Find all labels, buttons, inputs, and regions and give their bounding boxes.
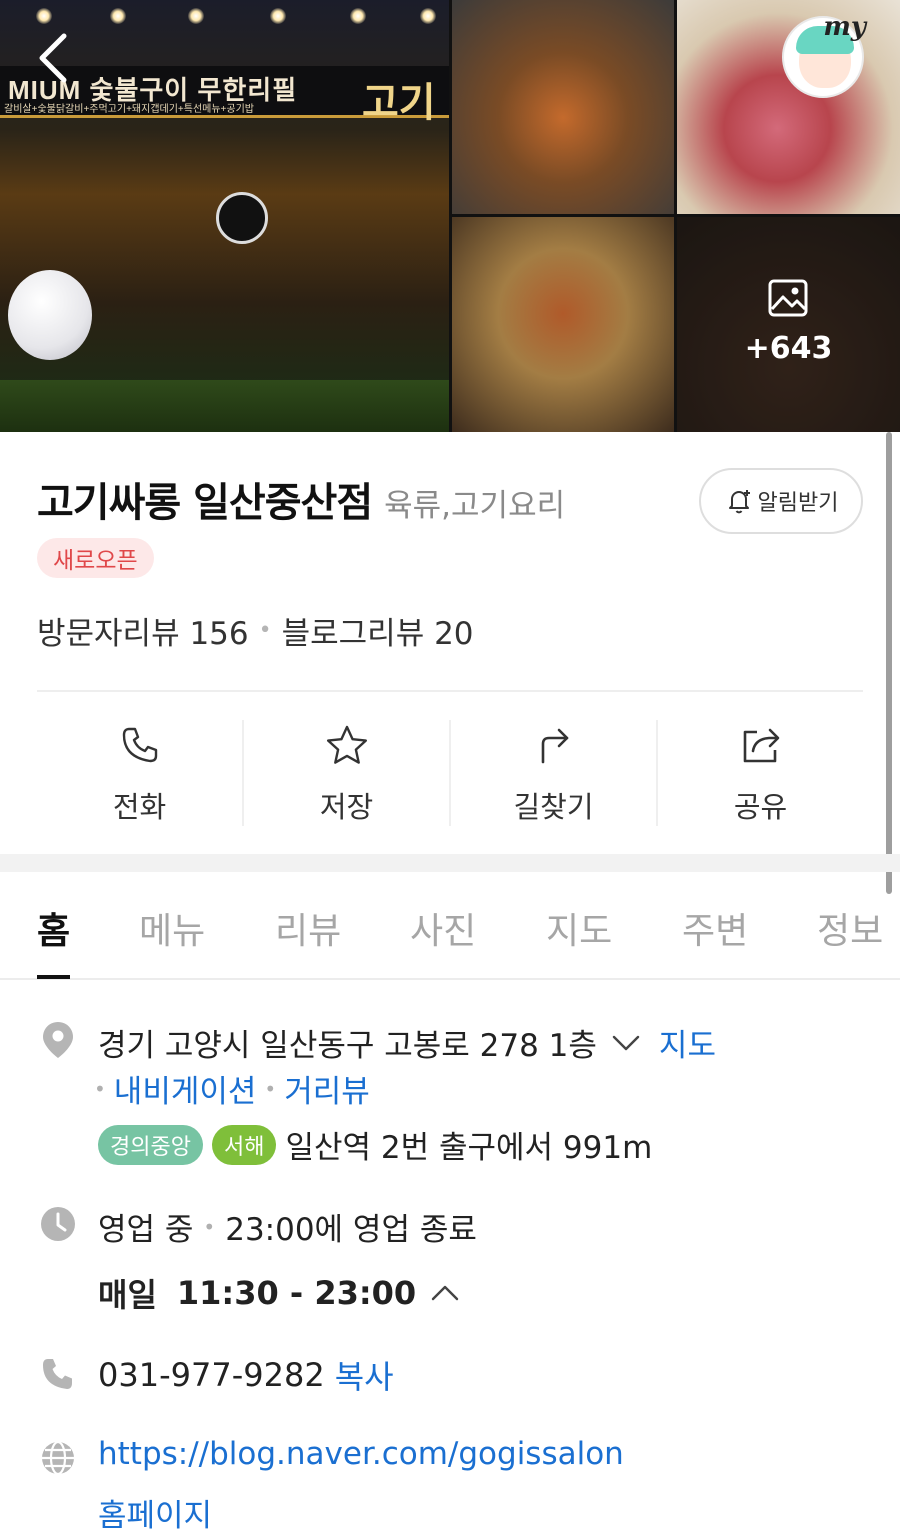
separator-dot: •: [203, 1214, 216, 1239]
place-title-row: 고기싸롱 일산중산점 육류,고기요리: [37, 470, 565, 528]
globe-icon: [42, 1440, 74, 1476]
directions-button[interactable]: 길찾기: [451, 720, 658, 826]
tab-menu[interactable]: 메뉴: [139, 902, 205, 954]
place-category: 육류,고기요리: [384, 488, 566, 524]
action-bar: 전화 저장 길찾기 공유: [37, 720, 863, 826]
station-distance: 일산역 2번 출구에서 991m: [285, 1130, 653, 1166]
call-button[interactable]: 전화: [37, 720, 244, 826]
bell-plus-icon: [728, 490, 750, 514]
closing-time: 23:00에 영업 종료: [225, 1212, 477, 1248]
balloon-decoration: [8, 270, 92, 360]
subway-line-badge: 경의중앙: [98, 1124, 203, 1165]
directions-icon: [541, 728, 568, 764]
storefront-lamp: [216, 192, 268, 244]
homepage-link[interactable]: 홈페이지: [98, 1498, 212, 1530]
store-sign-logo: 고기: [362, 81, 436, 125]
tab-review[interactable]: 리뷰: [275, 902, 341, 954]
new-open-badge: 새로오픈: [37, 538, 154, 578]
blog-review-link[interactable]: 블로그리뷰 20: [282, 608, 474, 653]
clock-icon: [41, 1207, 75, 1241]
my-profile-avatar[interactable]: my: [782, 12, 866, 98]
tab-home[interactable]: 홈: [37, 902, 70, 954]
phone-row: 031-977-9282 복사: [98, 1352, 394, 1398]
share-label: 공유: [733, 790, 788, 824]
subway-station-row: 경의중앙 서해 일산역 2번 출구에서 991m: [98, 1122, 652, 1167]
address-links-row: • 내비게이션 • 거리뷰: [94, 1066, 370, 1111]
business-status: 영업 중: [98, 1212, 194, 1248]
active-tab-indicator: [37, 975, 70, 979]
chevron-down-icon[interactable]: [611, 1033, 641, 1053]
save-label: 저장: [319, 790, 374, 824]
copy-phone-button[interactable]: 복사: [335, 1352, 394, 1398]
photo-meat-platter[interactable]: [677, 0, 900, 214]
phone-icon: [43, 1359, 72, 1389]
photo-gallery: MIUM 숯불구이 무한리필 갈비살+숯불닭갈비+주먹고기+돼지갭데기+특선메뉴…: [0, 0, 900, 432]
phone-number[interactable]: 031-977-9282: [98, 1356, 325, 1394]
my-label: my: [823, 12, 866, 42]
image-icon: [768, 279, 808, 317]
place-name: 고기싸롱 일산중산점: [37, 480, 373, 526]
location-pin-icon: [43, 1022, 73, 1058]
phone-icon: [122, 727, 157, 763]
photo-table-setting[interactable]: [452, 217, 674, 432]
tab-map[interactable]: 지도: [546, 902, 612, 954]
schedule-row[interactable]: 매일 11:30 - 23:00: [98, 1270, 460, 1316]
page-scrollbar[interactable]: [886, 432, 892, 894]
store-sign-subtext: 갈비살+숯불닭갈비+주먹고기+돼지갭데기+특선메뉴+공기밥: [4, 104, 254, 115]
tab-nearby[interactable]: 주변: [682, 902, 748, 954]
back-arrow-icon[interactable]: [34, 30, 74, 86]
navigation-link[interactable]: 내비게이션: [114, 1066, 257, 1111]
share-button[interactable]: 공유: [658, 720, 863, 826]
call-label: 전화: [112, 790, 167, 824]
street-view-link[interactable]: 거리뷰: [284, 1066, 370, 1111]
photo-grill-table[interactable]: [452, 0, 674, 214]
subway-line-badge: 서해: [211, 1124, 277, 1165]
tab-photos[interactable]: 사진: [410, 902, 476, 954]
separator-dot: •: [264, 1076, 277, 1101]
address-text: 경기 고양시 일산동구 고봉로 278 1층: [98, 1028, 597, 1064]
more-photos-count: +643: [744, 331, 833, 366]
website-link[interactable]: https://blog.naver.com/gogissalon: [98, 1436, 624, 1472]
address-row: 경기 고양시 일산동구 고봉로 278 1층 지도: [98, 1020, 716, 1065]
separator-dot: •: [94, 1076, 106, 1101]
chevron-up-icon[interactable]: [430, 1283, 460, 1303]
schedule-day: 매일: [98, 1276, 157, 1314]
website-row: https://blog.naver.com/gogissalon: [98, 1436, 624, 1472]
more-photos-button[interactable]: +643: [677, 217, 900, 432]
separator-dot: •: [258, 618, 272, 643]
share-icon: [743, 728, 779, 763]
business-status-row: 영업 중 • 23:00에 영업 종료: [98, 1204, 477, 1249]
star-icon: [326, 725, 367, 764]
terrace-grass: [0, 380, 449, 432]
save-button[interactable]: 저장: [244, 720, 451, 826]
tab-bar: 홈 메뉴 리뷰 사진 지도 주변 정보: [0, 872, 900, 980]
divider: [37, 690, 863, 692]
map-link[interactable]: 지도: [659, 1020, 716, 1065]
section-gap: [0, 854, 900, 872]
alarm-subscribe-button[interactable]: 알림받기: [699, 468, 863, 534]
directions-label: 길찾기: [513, 790, 594, 824]
visitor-review-link[interactable]: 방문자리뷰 156: [37, 608, 249, 653]
homepage-row: 홈페이지: [98, 1490, 212, 1530]
tab-info[interactable]: 정보: [817, 902, 883, 954]
alarm-button-label: 알림받기: [757, 491, 839, 516]
schedule-hours: 11:30 - 23:00: [176, 1274, 417, 1312]
review-counts: 방문자리뷰 156 • 블로그리뷰 20: [37, 608, 474, 653]
